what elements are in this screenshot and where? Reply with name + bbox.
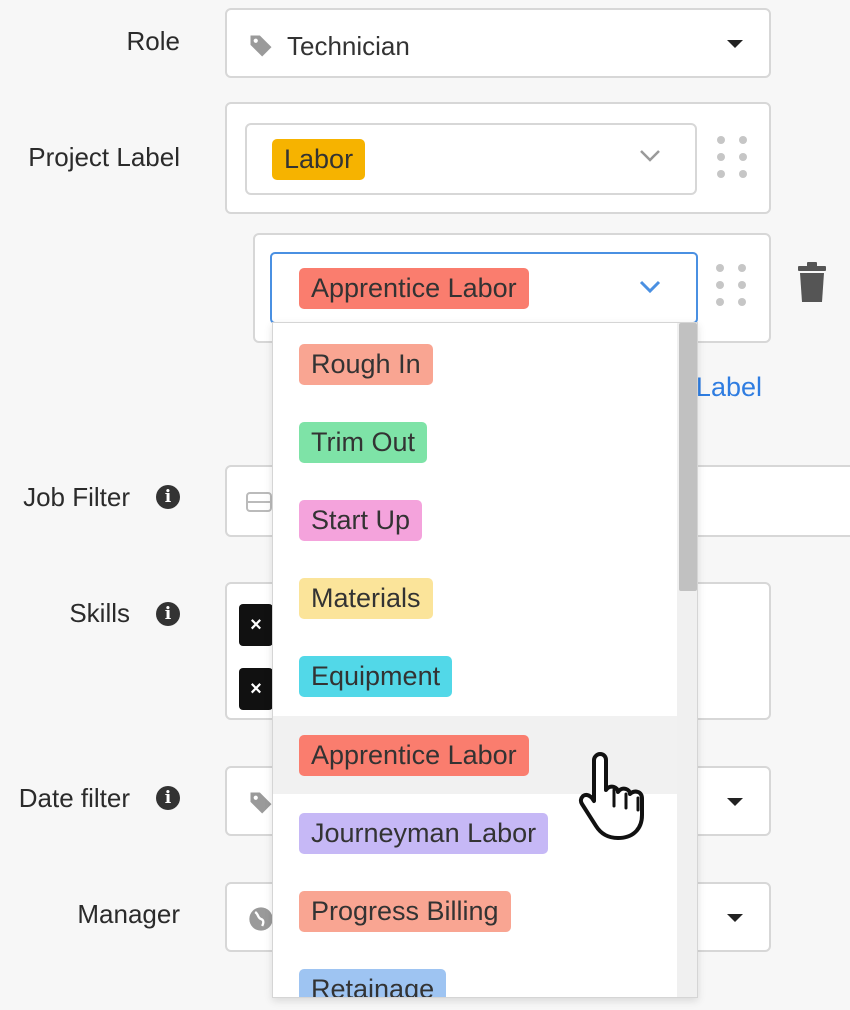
dropdown-scrollbar-track[interactable] bbox=[677, 323, 697, 997]
role-label: Role bbox=[126, 26, 180, 56]
project-label-container: Labor bbox=[225, 102, 771, 214]
tag-icon bbox=[247, 32, 275, 65]
chevron-down-icon bbox=[639, 149, 661, 168]
drag-handle-icon[interactable] bbox=[716, 264, 746, 306]
option-pill: Progress Billing bbox=[299, 890, 511, 932]
project-label-label: Project Label bbox=[28, 142, 180, 172]
caret-down-icon bbox=[727, 798, 743, 806]
option-pill: Rough In bbox=[299, 343, 433, 385]
skill-chip-remove-button[interactable]: × bbox=[239, 604, 273, 646]
option-pill: Retainage bbox=[299, 968, 447, 997]
globe-icon bbox=[247, 905, 275, 938]
dropdown-option[interactable]: Rough In bbox=[273, 325, 677, 403]
hand-pointer-cursor-icon bbox=[576, 748, 650, 845]
filter-input-icon bbox=[245, 491, 273, 518]
dropdown-option[interactable]: Retainage bbox=[273, 950, 677, 997]
option-pill: Materials bbox=[299, 577, 433, 619]
caret-down-icon bbox=[727, 914, 743, 922]
add-label-link-text: Label bbox=[695, 372, 762, 402]
option-pill: Equipment bbox=[299, 655, 453, 697]
caret-down-icon bbox=[727, 40, 743, 48]
skill-chip-remove-button[interactable]: × bbox=[239, 668, 273, 710]
job-filter-label: Job Filter bbox=[23, 482, 130, 512]
info-icon[interactable]: i bbox=[156, 485, 180, 509]
tag-icon bbox=[247, 789, 275, 822]
dropdown-scrollbar-thumb[interactable] bbox=[679, 323, 697, 591]
label-pill-apprentice-labor: Apprentice Labor bbox=[299, 268, 529, 309]
chevron-down-icon bbox=[639, 280, 661, 299]
dropdown-option[interactable]: Materials bbox=[273, 559, 677, 637]
dropdown-option[interactable]: Trim Out bbox=[273, 403, 677, 481]
option-pill: Apprentice Labor bbox=[299, 734, 529, 776]
manager-label: Manager bbox=[77, 899, 180, 929]
project-label-select-secondary[interactable]: Apprentice Labor bbox=[270, 252, 698, 324]
role-value: Technician bbox=[287, 31, 410, 61]
option-pill: Journeyman Labor bbox=[299, 812, 549, 854]
info-icon[interactable]: i bbox=[156, 786, 180, 810]
option-pill: Start Up bbox=[299, 499, 423, 541]
label-pill-labor: Labor bbox=[272, 139, 366, 180]
trash-icon[interactable] bbox=[796, 262, 828, 309]
dropdown-option[interactable]: Equipment bbox=[273, 637, 677, 715]
label-dropdown-menu[interactable]: Rough In Trim Out Start Up Materials Equ… bbox=[272, 322, 698, 998]
drag-handle-icon[interactable] bbox=[717, 136, 747, 178]
skills-label: Skills bbox=[69, 598, 130, 628]
option-pill: Trim Out bbox=[299, 421, 427, 463]
dropdown-option[interactable]: Progress Billing bbox=[273, 872, 677, 950]
date-filter-label: Date filter bbox=[18, 783, 130, 813]
role-select[interactable]: Technician bbox=[225, 8, 771, 78]
dropdown-option[interactable]: Start Up bbox=[273, 481, 677, 559]
project-label-select-primary[interactable]: Labor bbox=[245, 123, 697, 195]
info-icon[interactable]: i bbox=[156, 602, 180, 626]
